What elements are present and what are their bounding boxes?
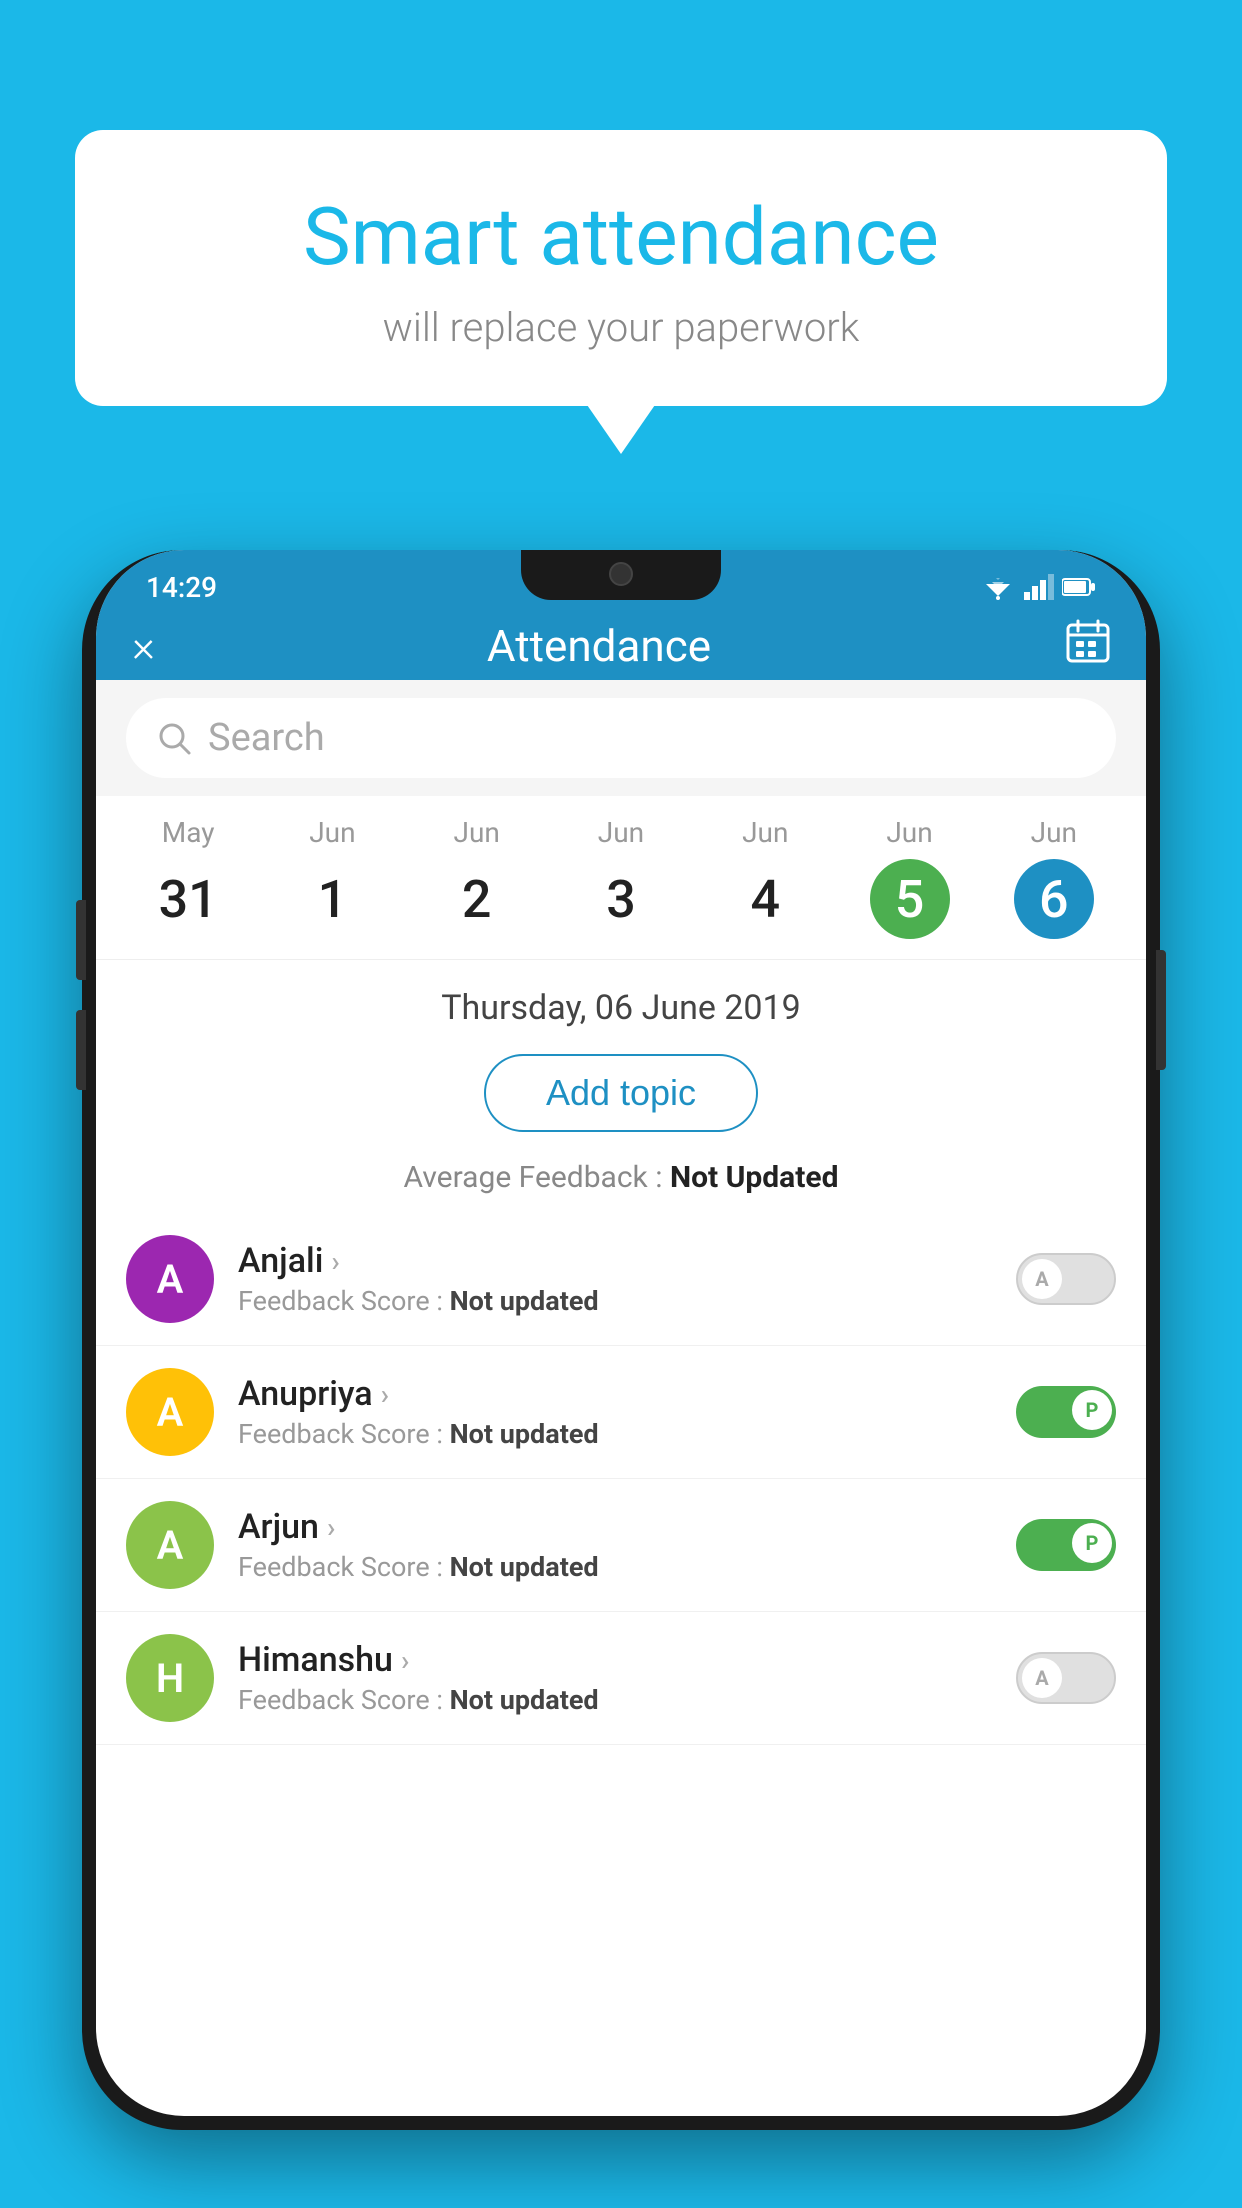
status-time: 14:29 [146,571,217,604]
add-topic-button[interactable]: Add topic [484,1054,758,1132]
phone-notch [521,550,721,600]
power-button [1156,950,1166,1070]
toggle-knob: P [1072,1523,1112,1563]
date-strip: May 31 Jun 1 Jun 2 Jun 3 Jun 4 Jun 5 Jun 6 [96,796,1146,960]
toggle-knob: P [1072,1390,1112,1430]
page-title: Attendance [192,620,1006,672]
add-topic-wrapper: Add topic [96,1044,1146,1152]
student-list: AAnjali ›Feedback Score : Not updatedAAA… [96,1213,1146,1745]
date-item[interactable]: May 31 [116,796,260,959]
close-button[interactable]: × [132,620,192,672]
date-item[interactable]: Jun 2 [405,796,549,959]
chevron-right-icon: › [401,1644,409,1677]
avatar: A [126,1501,214,1589]
date-day: 31 [148,859,228,939]
speech-bubble: Smart attendance will replace your paper… [75,130,1167,406]
bubble-title: Smart attendance [125,190,1117,284]
chevron-right-icon: › [327,1511,335,1544]
list-item: A Anupriya › Feedback Score : Not updated P [96,1346,1146,1479]
toggle-knob: A [1022,1658,1062,1698]
student-name[interactable]: Anupriya › [238,1374,992,1414]
attendance-toggle-container: A [1016,1253,1116,1305]
date-item[interactable]: Jun 1 [260,796,404,959]
attendance-toggle[interactable]: P [1016,1386,1116,1438]
wifi-icon [980,574,1016,600]
search-input[interactable]: Search [208,716,325,760]
date-day: 4 [725,859,805,939]
student-name[interactable]: Arjun › [238,1507,992,1547]
phone-frame: 14:29 [82,550,1160,2130]
student-name[interactable]: Himanshu › [238,1640,992,1680]
date-day: 2 [437,859,517,939]
volume-down-button [76,1010,86,1090]
avatar: A [126,1235,214,1323]
date-month: May [162,816,215,849]
attendance-toggle-container: P [1016,1386,1116,1438]
signal-icon [1024,574,1054,600]
student-feedback: Feedback Score : Not updated [238,1285,992,1317]
student-info: Anjali › Feedback Score : Not updated [238,1241,992,1317]
date-month: Jun [598,816,644,849]
date-day: 6 [1014,859,1094,939]
date-month: Jun [309,816,355,849]
avatar: H [126,1634,214,1722]
date-month: Jun [742,816,788,849]
battery-icon [1062,577,1096,597]
date-day: 3 [581,859,661,939]
attendance-toggle[interactable]: A [1016,1253,1116,1305]
avatar: A [126,1368,214,1456]
avg-feedback-label: Average Feedback : [404,1160,663,1195]
camera [609,562,633,586]
student-feedback: Feedback Score : Not updated [238,1418,992,1450]
student-name[interactable]: Anjali › [238,1241,992,1281]
student-info: Anupriya › Feedback Score : Not updated [238,1374,992,1450]
chevron-right-icon: › [381,1378,389,1411]
bubble-subtitle: will replace your paperwork [125,304,1117,351]
attendance-toggle[interactable]: A [1016,1652,1116,1704]
date-day: 5 [870,859,950,939]
attendance-toggle-container: P [1016,1519,1116,1571]
list-item: H Himanshu › Feedback Score : Not updated A [96,1612,1146,1745]
student-info: Arjun › Feedback Score : Not updated [238,1507,992,1583]
attendance-toggle[interactable]: P [1016,1519,1116,1571]
date-month: Jun [454,816,500,849]
phone-screen: 14:29 [96,550,1146,2116]
avg-feedback: Average Feedback : Not Updated [96,1152,1146,1213]
date-item[interactable]: Jun 3 [549,796,693,959]
calendar-icon[interactable] [1066,619,1110,673]
date-day: 1 [292,859,372,939]
status-icons [980,574,1096,600]
list-item: A Anjali › Feedback Score : Not updated A [96,1213,1146,1346]
attendance-toggle-container: A [1016,1652,1116,1704]
date-month: Jun [1031,816,1077,849]
speech-bubble-container: Smart attendance will replace your paper… [75,130,1167,406]
student-feedback: Feedback Score : Not updated [238,1551,992,1583]
date-item[interactable]: Jun 4 [693,796,837,959]
chevron-right-icon: › [331,1245,339,1278]
search-bar: Search [96,680,1146,796]
toggle-knob: A [1022,1259,1062,1299]
date-item[interactable]: Jun 5 [837,796,981,959]
phone-wrapper: 14:29 [82,550,1160,2130]
student-feedback: Feedback Score : Not updated [238,1684,992,1716]
search-icon [156,720,192,756]
avg-feedback-value: Not Updated [670,1160,839,1195]
selected-date: Thursday, 06 June 2019 [96,960,1146,1044]
date-month: Jun [886,816,932,849]
search-input-wrapper[interactable]: Search [126,698,1116,778]
list-item: A Arjun › Feedback Score : Not updated P [96,1479,1146,1612]
student-info: Himanshu › Feedback Score : Not updated [238,1640,992,1716]
volume-up-button [76,900,86,980]
date-item[interactable]: Jun 6 [982,796,1126,959]
